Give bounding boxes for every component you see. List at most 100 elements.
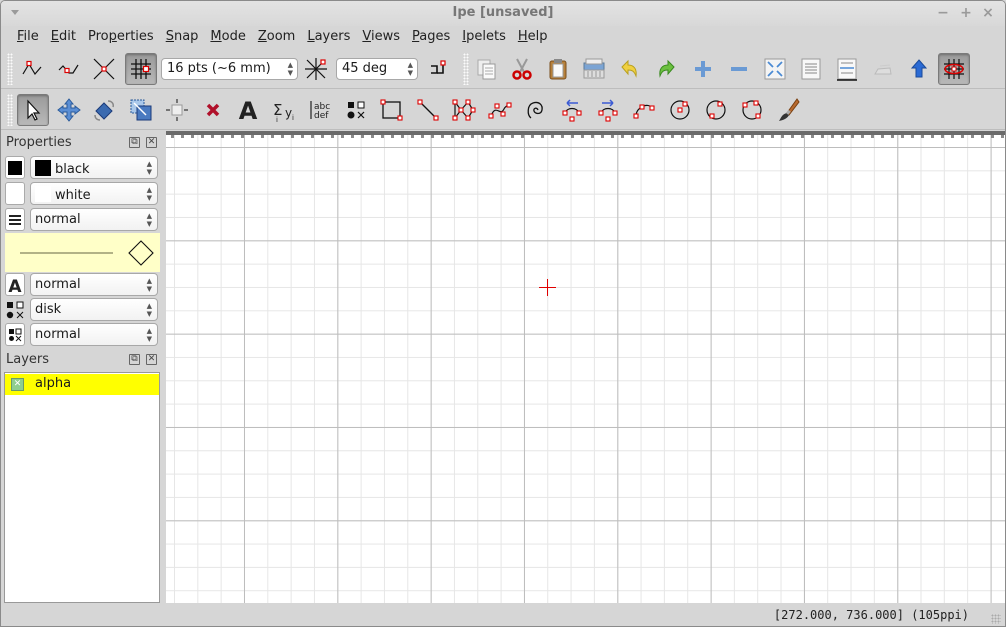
snap-grid-button[interactable]: [125, 53, 157, 85]
pen-width-button[interactable]: [5, 208, 25, 231]
rectangle-icon: [380, 99, 403, 121]
menu-label: E: [50, 29, 59, 44]
arc-ccw-mode-button[interactable]: [592, 94, 624, 126]
polygon-mode-button[interactable]: [448, 94, 480, 126]
drawing-canvas[interactable]: [166, 131, 1005, 603]
text-size-row: A normal ▲ ▼: [5, 273, 159, 297]
zoom-out-button[interactable]: [723, 53, 755, 85]
menu-bar: File Edit Properties Snap Mode Zoom Laye…: [1, 26, 1005, 49]
text-size-button[interactable]: A: [5, 273, 25, 296]
splinegon-mode-button[interactable]: [520, 94, 552, 126]
copy-icon: [477, 59, 496, 80]
pen-width-select[interactable]: normal ▲ ▼: [30, 208, 158, 231]
menu-label: dit: [59, 29, 76, 44]
fit-objects-icon: [801, 58, 821, 80]
fill-color-button[interactable]: [5, 182, 25, 205]
circle-diameter-icon: [706, 100, 726, 120]
line-mode-button[interactable]: [412, 94, 444, 126]
ink-mode-button[interactable]: [772, 94, 804, 126]
spline-mode-button[interactable]: [484, 94, 516, 126]
menu-label: ayers: [314, 29, 351, 44]
move-icon: [57, 98, 81, 122]
paragraph-mode-button[interactable]: abc def: [304, 94, 336, 126]
minimize-button[interactable]: −: [935, 5, 951, 21]
fit-objects-button[interactable]: [795, 53, 827, 85]
translate-mode-button[interactable]: [53, 94, 85, 126]
stretch-mode-button[interactable]: [125, 94, 157, 126]
menu-mode[interactable]: Mode: [204, 26, 251, 49]
pen-width-value: normal: [35, 212, 81, 227]
close-button[interactable]: ×: [980, 5, 996, 21]
snap-custom-button[interactable]: [421, 53, 453, 85]
symbol-size-button[interactable]: [5, 323, 25, 346]
menu-views[interactable]: Views: [356, 26, 406, 49]
menu-help[interactable]: Help: [512, 26, 554, 49]
arc-cw-mode-button[interactable]: [556, 94, 588, 126]
menu-snap[interactable]: Snap: [160, 26, 205, 49]
path-style-preview[interactable]: [5, 233, 160, 272]
fill-color-select[interactable]: white ▲ ▼: [30, 182, 158, 205]
select-mode-button[interactable]: [17, 94, 49, 126]
menu-properties[interactable]: Properties: [82, 26, 160, 49]
rectangle-mode-button[interactable]: [376, 94, 408, 126]
toolbar-grip[interactable]: [7, 94, 13, 126]
toolbar-grip[interactable]: [7, 53, 13, 85]
snap-angle-button[interactable]: [300, 53, 332, 85]
menu-file[interactable]: File: [11, 26, 45, 49]
angle-size-select[interactable]: 45 deg ▲ ▼: [336, 58, 418, 80]
mark-mode-button[interactable]: [340, 94, 372, 126]
arc-3pt-mode-button[interactable]: [628, 94, 660, 126]
layer-item[interactable]: ✕ alpha: [5, 374, 159, 395]
circle-center-mode-button[interactable]: [664, 94, 696, 126]
fit-page-button[interactable]: [759, 53, 791, 85]
menu-zoom[interactable]: Zoom: [252, 26, 301, 49]
delete-object-button[interactable]: [197, 94, 229, 126]
line-width-icon: [9, 214, 21, 225]
grid-visible-button[interactable]: [938, 53, 970, 85]
close-panel-icon[interactable]: ✕: [146, 137, 157, 148]
circle-3pt-mode-button[interactable]: [736, 94, 768, 126]
rotate-mode-button[interactable]: [88, 94, 120, 126]
menu-ipelets[interactable]: Ipelets: [456, 26, 512, 49]
grid-size-select[interactable]: 16 pts (~6 mm) ▲ ▼: [161, 58, 298, 80]
zoom-in-icon: [695, 61, 711, 77]
menu-layers[interactable]: Layers: [301, 26, 356, 49]
float-panel-icon[interactable]: ⧉: [129, 354, 140, 365]
menu-label: ages: [419, 29, 451, 44]
math-mode-button[interactable]: Σyii: [268, 94, 300, 126]
stroke-color-button[interactable]: [5, 156, 25, 179]
cut-button[interactable]: [506, 53, 538, 85]
mark-shape-button[interactable]: [5, 298, 25, 321]
fit-width-button[interactable]: [831, 53, 863, 85]
delete-button[interactable]: [578, 53, 610, 85]
mark-shape-select[interactable]: disk ▲ ▼: [30, 298, 158, 321]
snap-vertex-button[interactable]: [17, 53, 49, 85]
shear-mode-button[interactable]: [161, 94, 193, 126]
toolbar-grip[interactable]: [463, 53, 469, 85]
menu-pages[interactable]: Pages: [406, 26, 456, 49]
paste-button[interactable]: [542, 53, 574, 85]
resize-grip[interactable]: [991, 614, 1001, 624]
text-size-select[interactable]: normal ▲ ▼: [30, 273, 158, 296]
maximize-button[interactable]: +: [958, 5, 974, 21]
arrow-cursor-icon: [27, 99, 41, 121]
circle-diameter-mode-button[interactable]: [700, 94, 732, 126]
snap-intersection-button[interactable]: [88, 53, 120, 85]
text-label-mode-button[interactable]: A: [232, 94, 264, 126]
copy-button[interactable]: [471, 53, 503, 85]
snap-edit-toolbar: 16 pts (~6 mm) ▲ ▼ 45 deg ▲ ▼: [1, 49, 1005, 89]
close-panel-icon[interactable]: ✕: [146, 354, 157, 365]
snap-boundary-button[interactable]: [53, 53, 85, 85]
stroke-color-select[interactable]: black ▲ ▼: [30, 156, 158, 179]
float-panel-icon[interactable]: ⧉: [129, 137, 140, 148]
redo-button[interactable]: [651, 53, 683, 85]
menu-edit[interactable]: Edit: [45, 26, 82, 49]
fit-selection-button[interactable]: [867, 53, 899, 85]
symbol-size-select[interactable]: normal ▲ ▼: [30, 323, 158, 346]
zoom-in-button[interactable]: [687, 53, 719, 85]
up-button[interactable]: [903, 53, 935, 85]
undo-button[interactable]: [613, 53, 645, 85]
layer-visibility-checkbox[interactable]: ✕: [11, 378, 24, 391]
fit-page-icon: [764, 58, 786, 80]
marks-icon: [6, 301, 24, 318]
